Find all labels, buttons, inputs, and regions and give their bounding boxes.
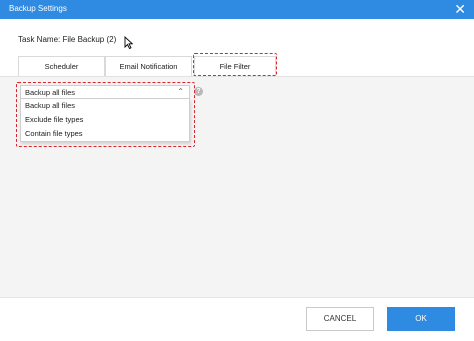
cancel-button[interactable]: CANCEL: [306, 307, 374, 331]
mouse-cursor-icon: [124, 36, 133, 49]
close-icon[interactable]: ✕: [454, 1, 466, 17]
help-icon[interactable]: ?: [194, 87, 203, 96]
tab-highlight-box: [193, 53, 277, 76]
window-title: Backup Settings: [9, 4, 67, 13]
task-name-label: Task Name: File Backup (2): [18, 35, 117, 44]
ok-button[interactable]: OK: [387, 307, 455, 331]
title-bar: Backup Settings ✕: [0, 0, 474, 19]
dropdown-highlight-box: [16, 82, 195, 147]
tab-email-notification[interactable]: Email Notification: [105, 56, 192, 76]
tab-scheduler[interactable]: Scheduler: [18, 56, 105, 76]
